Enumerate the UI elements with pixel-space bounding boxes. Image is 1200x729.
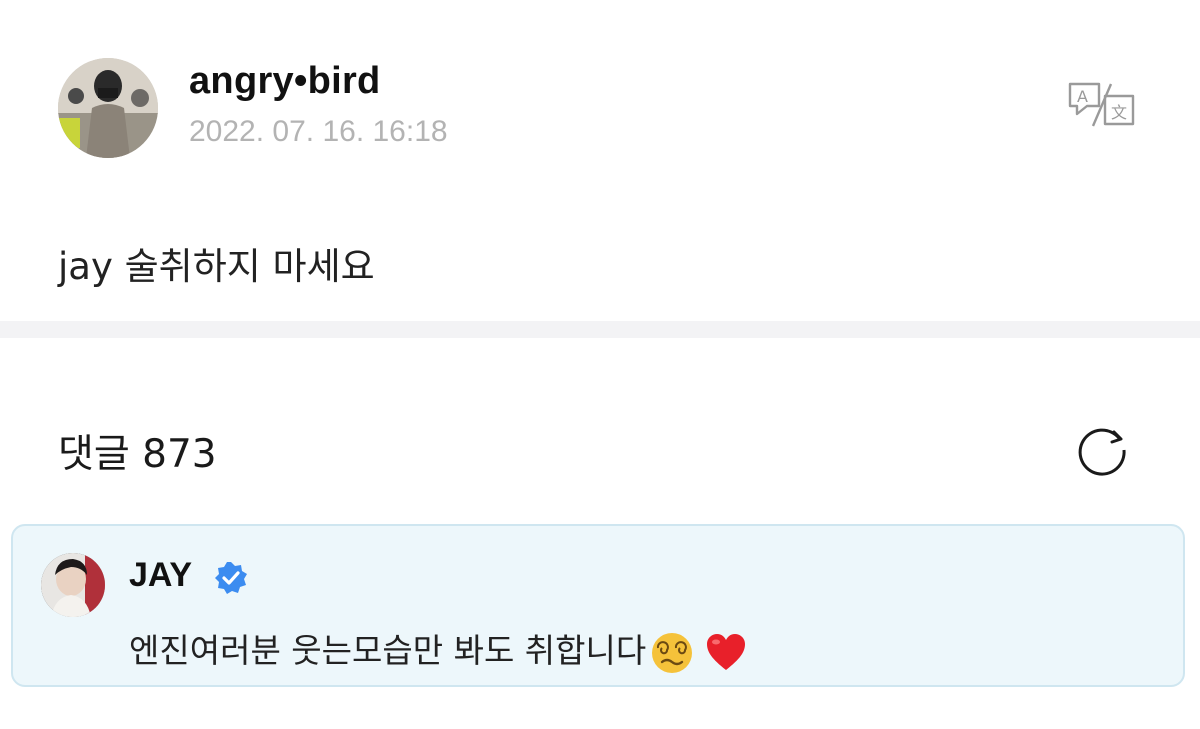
post-header: angry•bird 2022. 07. 16. 16:18 A 文 <box>58 58 1158 160</box>
refresh-icon <box>1078 428 1126 476</box>
artist-comment-text: 엔진여러분 웃는모습만 봐도 취합니다 <box>129 624 748 675</box>
artist-comment[interactable]: JAY 엔진여러분 웃는모습만 봐도 취합니다 <box>11 524 1185 687</box>
refresh-button[interactable] <box>1072 420 1132 480</box>
post-body: jay 술취하지 마세요 <box>58 245 375 288</box>
author-name[interactable]: angry•bird <box>189 60 381 103</box>
artist-comment-message: 엔진여러분 웃는모습만 봐도 취합니다 <box>129 631 647 670</box>
svg-text:文: 文 <box>1111 103 1127 122</box>
translate-icon: A 文 <box>1068 82 1135 127</box>
verified-badge-icon <box>213 560 249 596</box>
section-divider <box>0 321 1200 338</box>
artist-avatar[interactable] <box>41 553 105 617</box>
translate-button[interactable]: A 文 <box>1065 80 1139 130</box>
comments-count: 댓글 873 <box>58 432 217 477</box>
svg-text:A: A <box>1077 87 1088 106</box>
artist-name[interactable]: JAY <box>129 556 192 595</box>
dizzy-face-emoji <box>652 632 693 673</box>
author-avatar[interactable] <box>58 58 158 158</box>
post-timestamp: 2022. 07. 16. 16:18 <box>189 115 448 148</box>
red-heart-emoji <box>707 633 746 670</box>
